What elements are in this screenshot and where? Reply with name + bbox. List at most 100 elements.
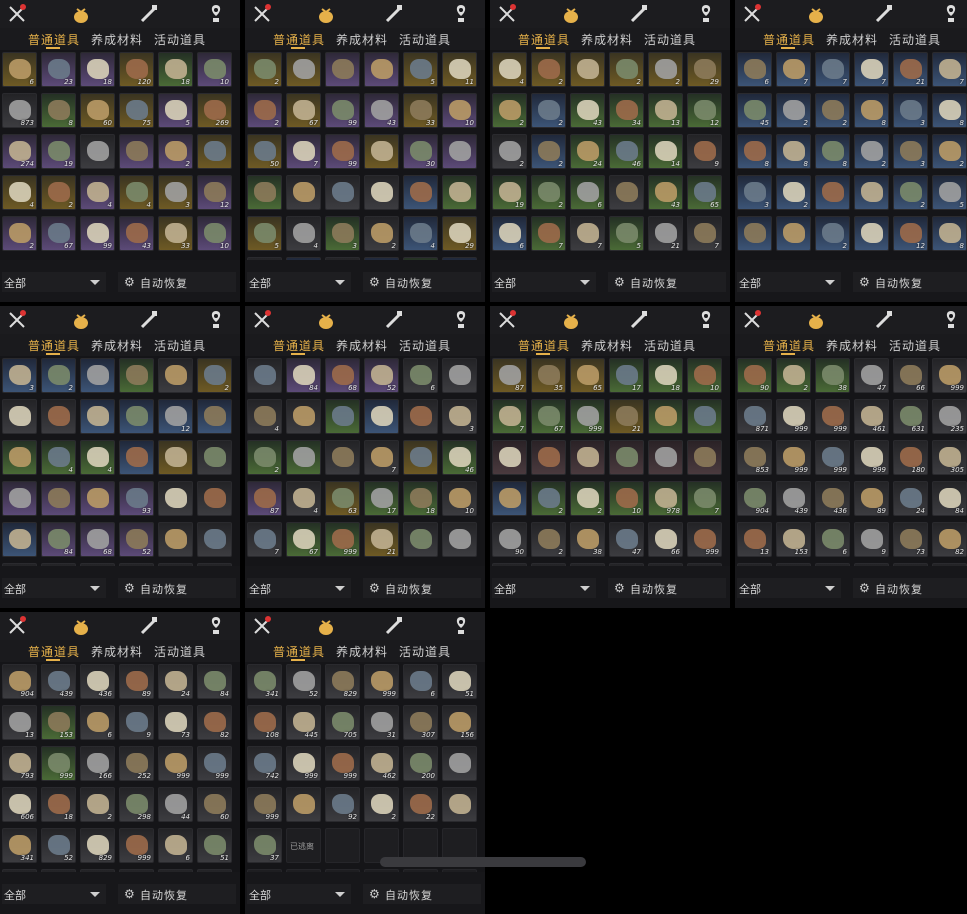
item-slot[interactable]	[158, 869, 193, 872]
pin-marker-icon[interactable]	[940, 309, 962, 331]
item-slot[interactable]: 3	[442, 399, 477, 434]
item-slot[interactable]: 60	[80, 93, 115, 128]
item-slot[interactable]: 999	[687, 522, 722, 557]
item-slot[interactable]	[119, 440, 154, 475]
item-slot[interactable]: 439	[41, 664, 76, 699]
item-slot[interactable]: 29	[442, 216, 477, 251]
item-slot[interactable]: 82	[932, 522, 967, 557]
item-slot[interactable]	[197, 134, 232, 169]
item-slot[interactable]: 5	[932, 175, 967, 210]
item-slot[interactable]: 19	[492, 175, 527, 210]
scroll-handle[interactable]	[380, 857, 586, 867]
pin-marker-icon[interactable]	[695, 309, 717, 331]
item-slot[interactable]: 298	[119, 787, 154, 822]
item-grid[interactable]: 4 2 2 2 29 2 2 43 34 13 12 2 2 24 46 14 9 19 2 6 43 65 6 7 7 5 21 7	[490, 50, 730, 260]
item-slot[interactable]: 6	[2, 52, 37, 87]
item-grid[interactable]: 25112679943331050799305432429222433413	[245, 50, 485, 260]
item-slot[interactable]: 6	[492, 216, 527, 251]
item-slot[interactable]: 47	[609, 522, 644, 557]
item-slot[interactable]: 47	[854, 358, 889, 393]
item-slot[interactable]: 853	[737, 440, 772, 475]
item-slot[interactable]	[854, 563, 889, 566]
item-slot[interactable]: 6	[570, 175, 605, 210]
item-slot[interactable]: 606	[2, 787, 37, 822]
tab-raising-materials[interactable]: 养成材料	[336, 337, 388, 354]
crossed-swords-pin-icon[interactable]	[496, 309, 518, 331]
item-slot[interactable]: 18	[403, 481, 438, 516]
item-slot[interactable]: 341	[2, 828, 37, 863]
item-slot[interactable]: 7	[247, 522, 282, 557]
item-slot[interactable]	[2, 563, 37, 566]
auto-restore-button[interactable]: ⚙ 自动恢复	[118, 272, 236, 292]
pin-marker-icon[interactable]	[205, 3, 227, 25]
item-slot[interactable]: 2	[776, 358, 811, 393]
item-grid[interactable]: 87 35 65 17 18 10 7 67 999 21 2 2 10 978 7 90 2 38 47 66 999	[490, 356, 730, 566]
item-slot[interactable]: 8	[776, 134, 811, 169]
money-bag-icon[interactable]	[315, 615, 337, 637]
item-slot[interactable]	[2, 440, 37, 475]
item-slot[interactable]: 67	[531, 399, 566, 434]
pin-marker-icon[interactable]	[940, 3, 962, 25]
item-slot[interactable]: 4	[2, 175, 37, 210]
item-slot[interactable]: 7	[286, 134, 321, 169]
item-slot[interactable]	[442, 134, 477, 169]
item-slot[interactable]: 12	[893, 216, 928, 251]
item-slot[interactable]: 4	[80, 175, 115, 210]
filter-dropdown[interactable]: 全部	[737, 578, 841, 598]
auto-restore-button[interactable]: ⚙ 自动恢复	[853, 272, 967, 292]
item-slot[interactable]: 66	[893, 358, 928, 393]
item-slot[interactable]: 38	[815, 358, 850, 393]
item-slot[interactable]: 436	[815, 481, 850, 516]
item-slot[interactable]	[364, 869, 399, 872]
item-slot[interactable]: 11	[442, 52, 477, 87]
item-slot[interactable]	[247, 869, 282, 872]
item-slot[interactable]: 13	[737, 522, 772, 557]
item-slot[interactable]: 93	[119, 481, 154, 516]
item-slot[interactable]	[119, 358, 154, 393]
tab-normal-items[interactable]: 普通道具	[273, 337, 325, 354]
filter-dropdown[interactable]: 全部	[492, 272, 596, 292]
money-bag-icon[interactable]	[560, 3, 582, 25]
item-slot[interactable]	[2, 869, 37, 872]
item-slot[interactable]: 13	[648, 93, 683, 128]
item-slot[interactable]: 21	[364, 522, 399, 557]
item-slot[interactable]: 13	[442, 257, 477, 260]
item-slot[interactable]: 87	[492, 358, 527, 393]
tab-event-items[interactable]: 活动道具	[154, 337, 206, 354]
item-slot[interactable]: 6	[403, 358, 438, 393]
item-slot[interactable]: 8	[737, 134, 772, 169]
item-slot[interactable]: 3	[158, 175, 193, 210]
item-slot[interactable]	[609, 440, 644, 475]
item-slot[interactable]: 18	[41, 787, 76, 822]
crossed-swords-pin-icon[interactable]	[741, 3, 763, 25]
item-grid[interactable]: 3 2 2 12 4 4 93 84 68 52	[0, 356, 240, 566]
money-bag-icon[interactable]	[70, 615, 92, 637]
item-grid[interactable]: 6 7 7 7 21 7 45 2 2 8 3 8 8 8 8 2 3 2 3 2 2 5 2 12 8	[735, 50, 967, 260]
item-slot[interactable]: 89	[119, 664, 154, 699]
item-slot[interactable]	[197, 399, 232, 434]
item-slot[interactable]	[119, 399, 154, 434]
item-slot[interactable]: 4	[80, 440, 115, 475]
tab-raising-materials[interactable]: 养成材料	[91, 643, 143, 660]
tab-normal-items[interactable]: 普通道具	[518, 337, 570, 354]
tab-event-items[interactable]: 活动道具	[399, 337, 451, 354]
crossed-swords-pin-icon[interactable]	[6, 615, 28, 637]
item-slot[interactable]	[286, 440, 321, 475]
auto-restore-button[interactable]: ⚙ 自动恢复	[608, 578, 726, 598]
item-slot[interactable]	[932, 563, 967, 566]
item-slot[interactable]: 10	[442, 481, 477, 516]
item-slot[interactable]: 5	[403, 52, 438, 87]
money-bag-icon[interactable]	[805, 3, 827, 25]
item-slot[interactable]: 90	[492, 522, 527, 557]
item-slot[interactable]: 2	[815, 216, 850, 251]
item-slot[interactable]: 8	[815, 134, 850, 169]
item-slot[interactable]: 2	[776, 175, 811, 210]
item-slot[interactable]: 66	[648, 522, 683, 557]
item-slot[interactable]: 21	[648, 216, 683, 251]
item-slot[interactable]: 14	[648, 134, 683, 169]
filter-dropdown[interactable]: 全部	[247, 272, 351, 292]
item-slot[interactable]: 999	[119, 828, 154, 863]
item-slot[interactable]: 67	[41, 216, 76, 251]
item-slot[interactable]: 2	[158, 134, 193, 169]
crossed-swords-pin-icon[interactable]	[741, 309, 763, 331]
